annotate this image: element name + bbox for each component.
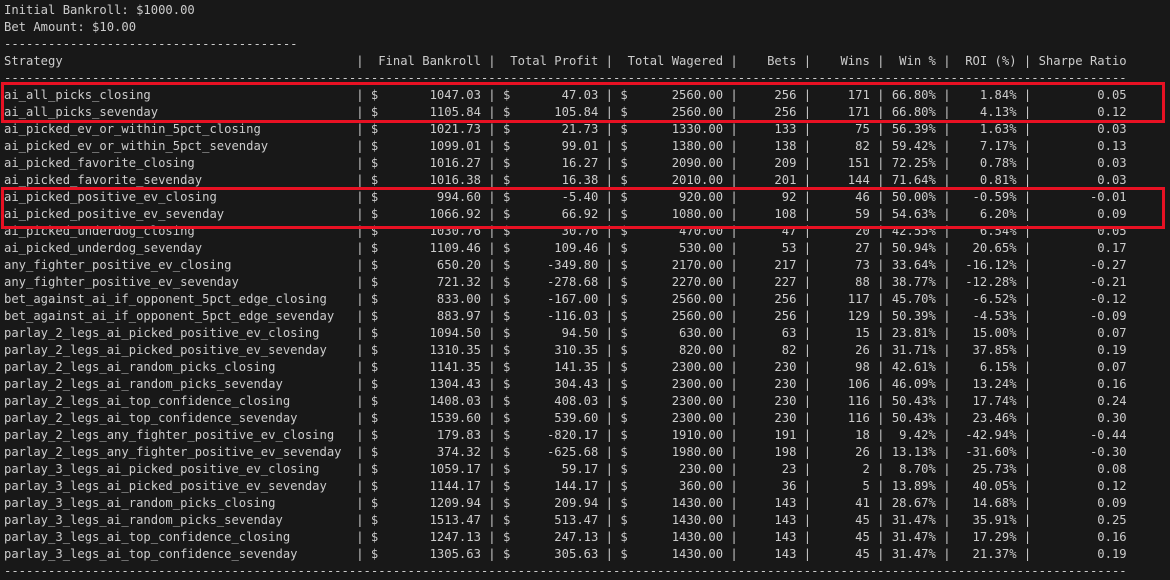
table-row: ai_picked_favorite_closing | $ 1016.27 |… <box>4 156 1127 170</box>
table-row: ai_picked_positive_ev_closing | $ 994.60… <box>4 190 1127 204</box>
table-row: ai_picked_favorite_sevenday | $ 1016.38 … <box>4 173 1127 187</box>
table-row: parlay_2_legs_any_fighter_positive_ev_cl… <box>4 428 1127 442</box>
initial-bankroll-line: Initial Bankroll: $1000.00 <box>4 3 195 17</box>
table-row: ai_all_picks_closing | $ 1047.03 | $ 47.… <box>4 88 1127 102</box>
table-row: ai_picked_ev_or_within_5pct_closing | $ … <box>4 122 1127 136</box>
table-row: ai_picked_positive_ev_sevenday | $ 1066.… <box>4 207 1127 221</box>
table-row: parlay_2_legs_ai_top_confidence_closing … <box>4 394 1127 408</box>
table-row: ai_all_picks_sevenday | $ 1105.84 | $ 10… <box>4 105 1127 119</box>
table-row: parlay_3_legs_ai_random_picks_closing | … <box>4 496 1127 510</box>
terminal-output: Initial Bankroll: $1000.00 Bet Amount: $… <box>0 0 1170 580</box>
table-header: Strategy | Final Bankroll | Total Profit… <box>4 54 1127 68</box>
table-row: parlay_2_legs_ai_top_confidence_sevenday… <box>4 411 1127 425</box>
table-row: bet_against_ai_if_opponent_5pct_edge_clo… <box>4 292 1127 306</box>
table-row: parlay_2_legs_ai_random_picks_closing | … <box>4 360 1127 374</box>
table-row: parlay_3_legs_ai_random_picks_sevenday |… <box>4 513 1127 527</box>
bottom-rule: ----------------------------------------… <box>4 564 1127 578</box>
table-row: parlay_2_legs_ai_random_picks_sevenday |… <box>4 377 1127 391</box>
table-row: any_fighter_positive_ev_closing | $ 650.… <box>4 258 1127 272</box>
table-row: ai_picked_ev_or_within_5pct_sevenday | $… <box>4 139 1127 153</box>
table-row: parlay_3_legs_ai_picked_positive_ev_clos… <box>4 462 1127 476</box>
table-row: parlay_3_legs_ai_top_confidence_closing … <box>4 530 1127 544</box>
table-row: parlay_2_legs_ai_picked_positive_ev_seve… <box>4 343 1127 357</box>
header-rule: ----------------------------------------… <box>4 71 1127 85</box>
bet-amount-line: Bet Amount: $10.00 <box>4 20 137 34</box>
table-row: parlay_2_legs_ai_picked_positive_ev_clos… <box>4 326 1127 340</box>
table-row: parlay_2_legs_any_fighter_positive_ev_se… <box>4 445 1127 459</box>
top-rule: ---------------------------------------- <box>4 37 298 51</box>
table-row: ai_picked_underdog_closing | $ 1030.76 |… <box>4 224 1127 238</box>
table-row: bet_against_ai_if_opponent_5pct_edge_sev… <box>4 309 1127 323</box>
table-row: parlay_3_legs_ai_top_confidence_sevenday… <box>4 547 1127 561</box>
table-row: parlay_3_legs_ai_picked_positive_ev_seve… <box>4 479 1127 493</box>
table-row: ai_picked_underdog_sevenday | $ 1109.46 … <box>4 241 1127 255</box>
results-table: ai_all_picks_closing | $ 1047.03 | $ 47.… <box>4 87 1170 563</box>
table-row: any_fighter_positive_ev_sevenday | $ 721… <box>4 275 1127 289</box>
